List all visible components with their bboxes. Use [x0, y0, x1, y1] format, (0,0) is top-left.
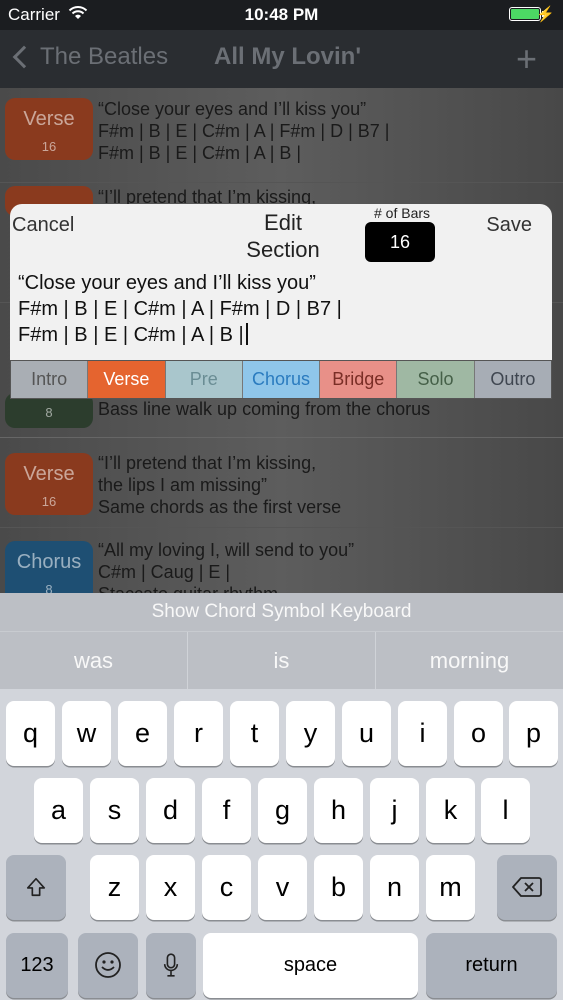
- text-line: “Close your eyes and I’ll kiss you”: [18, 272, 316, 294]
- dictation-key[interactable]: [146, 933, 196, 998]
- suggestion-item[interactable]: morning: [376, 632, 563, 689]
- back-button[interactable]: The Beatles: [12, 43, 169, 71]
- suggestion-bar: was is morning: [0, 631, 563, 689]
- key-h[interactable]: h: [314, 778, 363, 843]
- section-badge: Verse 16: [5, 98, 93, 160]
- section-lyrics: “Close your eyes and I’ll kiss you” F#m …: [98, 99, 390, 163]
- bars-label: # of Bars: [373, 205, 431, 221]
- key-z[interactable]: z: [90, 855, 139, 920]
- clock: 10:48 PM: [244, 5, 319, 24]
- show-chord-keyboard-button[interactable]: Show Chord Symbol Keyboard: [0, 593, 563, 631]
- key-e[interactable]: e: [118, 701, 167, 766]
- keyboard: Show Chord Symbol Keyboard was is mornin…: [0, 593, 563, 1000]
- tab-intro[interactable]: Intro: [11, 361, 89, 398]
- key-l[interactable]: l: [481, 778, 530, 843]
- key-u[interactable]: u: [342, 701, 391, 766]
- key-q[interactable]: q: [6, 701, 55, 766]
- tab-chorus[interactable]: Chorus: [242, 361, 321, 398]
- text-cursor: [245, 323, 248, 345]
- tab-verse[interactable]: Verse: [88, 361, 166, 398]
- key-o[interactable]: o: [454, 701, 503, 766]
- bars-input[interactable]: 16: [365, 222, 435, 262]
- key-p[interactable]: p: [509, 701, 558, 766]
- cancel-button[interactable]: Cancel: [12, 214, 74, 237]
- section-lyrics: “All my loving I, will send to you” C#m …: [98, 540, 355, 593]
- key-n[interactable]: n: [370, 855, 419, 920]
- list-item[interactable]: Verse 16 “Close your eyes and I’ll kiss …: [0, 88, 563, 183]
- navigation-bar: The Beatles All My Lovin' +: [0, 30, 563, 88]
- backspace-icon: [512, 877, 542, 897]
- save-button[interactable]: Save: [486, 214, 532, 237]
- key-d[interactable]: d: [146, 778, 195, 843]
- delete-key[interactable]: [497, 855, 557, 920]
- key-g[interactable]: g: [258, 778, 307, 843]
- section-lyrics: “I’ll pretend that I’m kissing, the lips…: [98, 453, 342, 517]
- return-key[interactable]: return: [426, 933, 557, 998]
- emoji-key[interactable]: [78, 933, 138, 998]
- key-a[interactable]: a: [34, 778, 83, 843]
- add-section-button[interactable]: +: [516, 38, 537, 80]
- key-b[interactable]: b: [314, 855, 363, 920]
- status-bar: Carrier 10:48 PM ⚡: [0, 0, 563, 30]
- list-item[interactable]: Chorus 8 “All my loving I, will send to …: [0, 528, 563, 593]
- shift-key[interactable]: [6, 855, 66, 920]
- page-title: All My Lovin': [214, 43, 362, 70]
- key-m[interactable]: m: [426, 855, 475, 920]
- key-w[interactable]: w: [62, 701, 111, 766]
- text-line: F#m | B | E | C#m | A | B |: [18, 322, 544, 348]
- numbers-key[interactable]: 123: [6, 933, 68, 998]
- back-label: The Beatles: [40, 43, 169, 70]
- key-k[interactable]: k: [426, 778, 475, 843]
- tab-solo[interactable]: Solo: [397, 361, 475, 398]
- edit-section-dialog: Cancel Edit Section # of Bars 16 Save “C…: [10, 204, 552, 360]
- tab-pre[interactable]: Pre: [165, 361, 243, 398]
- key-j[interactable]: j: [370, 778, 419, 843]
- space-key[interactable]: space: [203, 933, 418, 998]
- charging-icon: ⚡: [536, 6, 555, 23]
- text-line: F#m | B | E | C#m | A | F#m | D | B7 |: [18, 298, 342, 320]
- section-type-selector: Intro Verse Pre Chorus Bridge Solo Outro: [10, 360, 552, 399]
- key-f[interactable]: f: [202, 778, 251, 843]
- suggestion-item[interactable]: was: [0, 632, 188, 689]
- section-badge: Verse 16: [5, 453, 93, 515]
- key-y[interactable]: y: [286, 701, 335, 766]
- key-t[interactable]: t: [230, 701, 279, 766]
- key-x[interactable]: x: [146, 855, 195, 920]
- shift-icon: [26, 877, 46, 897]
- dialog-title: Edit Section: [246, 210, 320, 262]
- section-text-area[interactable]: “Close your eyes and I’ll kiss you” F#m …: [18, 270, 544, 348]
- tab-bridge[interactable]: Bridge: [320, 361, 398, 398]
- key-r[interactable]: r: [174, 701, 223, 766]
- microphone-icon: [163, 953, 179, 977]
- key-i[interactable]: i: [398, 701, 447, 766]
- key-s[interactable]: s: [90, 778, 139, 843]
- section-badge: Chorus 8: [5, 541, 93, 593]
- key-v[interactable]: v: [258, 855, 307, 920]
- emoji-icon: [95, 952, 121, 978]
- list-item[interactable]: Verse 16 “I’ll pretend that I’m kissing,…: [0, 438, 563, 528]
- chevron-left-icon: [12, 45, 36, 69]
- suggestion-item[interactable]: is: [188, 632, 376, 689]
- key-c[interactable]: c: [202, 855, 251, 920]
- tab-outro[interactable]: Outro: [474, 361, 551, 398]
- section-lyrics: Bass line walk up coming from the chorus: [98, 399, 431, 419]
